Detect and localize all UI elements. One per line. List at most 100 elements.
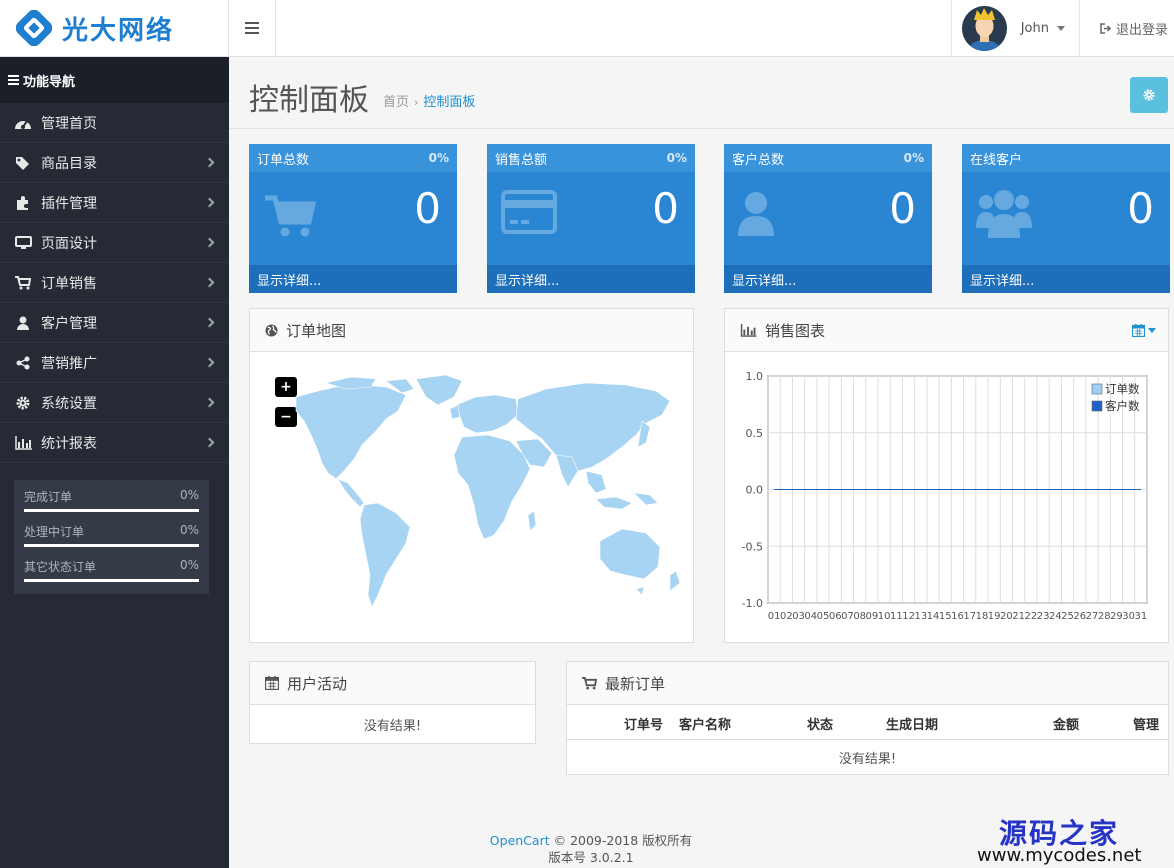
sidebar-item-catalog[interactable]: 商品目录 <box>0 143 229 183</box>
y-tick-label: -0.5 <box>742 540 763 553</box>
progress-other: 其它状态订单 0% <box>24 558 199 582</box>
x-tick-label: 11 <box>890 611 903 622</box>
logout-button[interactable]: 退出登录 <box>1078 0 1174 57</box>
settings-button[interactable] <box>1130 77 1168 113</box>
breadcrumb-home[interactable]: 首页 <box>383 95 409 110</box>
user-name: John <box>1020 20 1049 36</box>
page-footer: OpenCart © 2009-2018 版权所有 版本号 3.0.2.1 <box>229 832 953 866</box>
tile-total-sales: 销售总额 0% 0 显示详细... <box>487 144 695 293</box>
x-tick-label: 29 <box>1110 611 1123 622</box>
y-tick-label: -1.0 <box>742 597 763 610</box>
sidebar-item-label: 商品目录 <box>41 155 97 172</box>
x-tick-label: 13 <box>914 611 927 622</box>
order-map-panel: 订单地图 + − <box>249 308 694 643</box>
watermark: 源码之家 www.mycodes.net <box>977 812 1167 866</box>
x-tick-label: 31 <box>1135 611 1148 622</box>
tile-details-link[interactable]: 显示详细... <box>962 265 1170 293</box>
sidebar-item-label: 页面设计 <box>41 235 97 252</box>
x-tick-label: 18 <box>976 611 989 622</box>
progress-processing: 处理中订单 0% <box>24 523 199 547</box>
sidebar-item-marketing[interactable]: 营销推广 <box>0 343 229 383</box>
chevron-right-icon <box>204 157 215 168</box>
dashboard-icon <box>15 119 31 129</box>
order-progress-box: 完成订单 0% 处理中订单 0% 其它状态订单 0% <box>14 480 209 594</box>
tile-details-link[interactable]: 显示详细... <box>724 265 932 293</box>
world-map[interactable] <box>266 375 686 613</box>
legend-swatch <box>1091 383 1103 395</box>
cog-icon <box>1143 89 1155 101</box>
chevron-right-icon <box>204 437 215 448</box>
sidebar-item-extensions[interactable]: 插件管理 <box>0 183 229 223</box>
tile-details-link[interactable]: 显示详细... <box>487 265 695 293</box>
sidebar-item-reports[interactable]: 统计报表 <box>0 423 229 463</box>
sidebar-item-label: 客户管理 <box>41 315 97 332</box>
sidebar-item-settings[interactable]: 系统设置 <box>0 383 229 423</box>
copyright-text: © 2009-2018 版权所有 <box>549 833 693 848</box>
column-header[interactable]: 状态 <box>807 714 833 733</box>
chart-range-dropdown[interactable] <box>1132 323 1156 337</box>
menu-toggle-button[interactable] <box>229 0 276 57</box>
sales-chart: 1.0 0.5 0.0 -0.5 -1.0 01 02 03 04 05 06 07 08 09 10 11… <box>742 370 1148 622</box>
column-header[interactable]: 金额 <box>1053 714 1079 733</box>
tile-percent: 0% <box>428 151 449 165</box>
desktop-icon <box>14 235 32 249</box>
column-header[interactable]: 客户名称 <box>679 714 731 733</box>
tile-details-link[interactable]: 显示详细... <box>249 265 457 293</box>
legend-label: 客户数 <box>1105 399 1140 413</box>
empty-message: 没有结果! <box>363 719 422 734</box>
tile-value: 0 <box>1127 184 1154 233</box>
panel-title: 订单地图 <box>286 321 347 340</box>
x-tick-label: 15 <box>939 611 952 622</box>
chevron-right-icon <box>204 357 215 368</box>
y-tick-label: 0.5 <box>746 427 764 440</box>
breadcrumb-current[interactable]: 控制面板 <box>423 95 475 110</box>
x-tick-label: 19 <box>988 611 1001 622</box>
cart-icon <box>15 275 31 289</box>
progress-label: 处理中订单 <box>24 525 85 539</box>
x-tick-label: 06 <box>829 611 842 622</box>
puzzle-icon <box>17 195 28 210</box>
user-icon <box>17 316 29 330</box>
sidebar-item-label: 订单销售 <box>41 275 97 292</box>
column-header[interactable]: 订单号 <box>624 714 663 733</box>
x-tick-label: 05 <box>817 611 830 622</box>
sidebar-item-design[interactable]: 页面设计 <box>0 223 229 263</box>
x-tick-label: 25 <box>1061 611 1074 622</box>
sidebar-item-dashboard[interactable]: 管理首页 <box>0 103 229 143</box>
progress-label: 完成订单 <box>24 490 73 504</box>
top-header: 光大网络 John 退出登录 <box>0 0 1174 57</box>
tile-title: 客户总数 <box>732 152 785 168</box>
bar-chart-icon <box>14 435 32 450</box>
user-menu[interactable]: John <box>950 0 1079 57</box>
opencart-link[interactable]: OpenCart <box>490 833 550 848</box>
breadcrumb: 首页 › 控制面板 <box>383 91 475 110</box>
x-tick-label: 02 <box>780 611 793 622</box>
progress-value: 0% <box>179 488 199 502</box>
column-header[interactable]: 生成日期 <box>886 714 938 733</box>
breadcrumb-separator: › <box>414 96 419 109</box>
panel-title: 最新订单 <box>605 674 666 693</box>
brand-name: 光大网络 <box>62 15 175 46</box>
latest-orders-panel: 最新订单 订单号 客户名称 状态 生成日期 金额 管理 没有结果! <box>566 661 1169 775</box>
legend-swatch <box>1091 400 1103 412</box>
progress-bar <box>24 579 199 582</box>
x-tick-label: 28 <box>1098 611 1111 622</box>
sign-out-icon <box>1100 22 1112 34</box>
brand-logo[interactable]: 光大网络 <box>0 0 229 57</box>
x-tick-label: 10 <box>878 611 891 622</box>
orders-table-header: 订单号 客户名称 状态 生成日期 金额 管理 <box>567 705 1168 740</box>
sidebar-item-sales[interactable]: 订单销售 <box>0 263 229 303</box>
x-tick-label: 04 <box>804 611 817 622</box>
x-tick-label: 07 <box>841 611 854 622</box>
nav-title: 功能导航 <box>0 57 229 103</box>
x-tick-label: 20 <box>1000 611 1013 622</box>
column-header[interactable]: 管理 <box>1133 714 1159 733</box>
chevron-right-icon <box>204 197 215 208</box>
sidebar-item-label: 营销推广 <box>41 355 97 372</box>
cart-icon <box>582 676 597 690</box>
calendar-icon <box>1132 323 1145 337</box>
progress-label: 其它状态订单 <box>24 560 97 574</box>
user-activity-panel: 用户活动 没有结果! <box>249 661 536 744</box>
sidebar-item-customers[interactable]: 客户管理 <box>0 303 229 343</box>
y-tick-label: 0.0 <box>746 484 764 497</box>
